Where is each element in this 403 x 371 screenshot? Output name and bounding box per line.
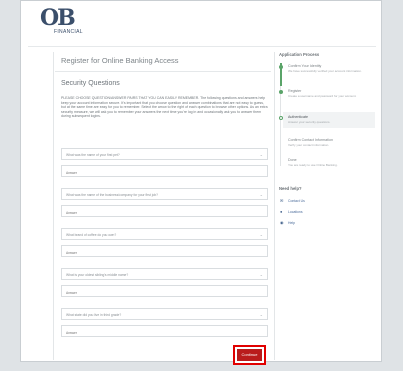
step-done: Done You are ready to use Online Banking… xyxy=(288,158,366,168)
question-text: What was the name of the business/compan… xyxy=(66,193,158,197)
step-title: Confirm Contact Information xyxy=(288,138,333,142)
step-register: Register Create a username and password … xyxy=(288,89,366,99)
answer-input-5[interactable] xyxy=(61,325,268,337)
step-confirm-identity: Confirm Your Identity We have successful… xyxy=(288,64,366,74)
step-desc: We have successfully verified your accou… xyxy=(288,69,362,73)
logo-mark: OB xyxy=(40,5,76,31)
page-title: Register for Online Banking Access xyxy=(61,56,179,65)
logo-subtitle: FINANCIAL xyxy=(54,29,83,35)
step-title: Done xyxy=(288,158,297,162)
question-text: What state did you live in third grade? xyxy=(66,313,122,317)
step-desc: You are ready to use Online Banking. xyxy=(288,163,338,167)
step-authenticate: Authenticate Answer your security questi… xyxy=(288,115,366,125)
continue-highlight: Continue xyxy=(233,345,266,365)
answer-input-1[interactable] xyxy=(61,165,268,177)
help-link-contact[interactable]: Contact Us xyxy=(288,199,305,203)
security-question-select-1[interactable]: What was the name of your first pet? ⌄ xyxy=(61,148,268,160)
step-title: Register xyxy=(288,89,302,93)
instructions-text: PLEASE CHOOSE QUESTION/ANSWER PAIRS THAT… xyxy=(61,96,268,119)
chevron-down-icon: ⌄ xyxy=(259,152,263,157)
step-title: Authenticate xyxy=(288,115,308,119)
section-heading: Security Questions xyxy=(61,80,120,87)
chevron-down-icon: ⌄ xyxy=(259,312,263,317)
chevron-down-icon: ⌄ xyxy=(259,232,263,237)
question-text: What is your oldest sibling's middle nam… xyxy=(66,273,129,277)
step-desc: Create a username and password for your … xyxy=(288,94,357,98)
help-link-locations[interactable]: Locations xyxy=(288,210,303,214)
answer-input-3[interactable] xyxy=(61,245,268,257)
question-text: What was the name of your first pet? xyxy=(66,153,120,157)
chevron-down-icon: ⌄ xyxy=(259,272,263,277)
step-desc: Verify your contact information. xyxy=(288,143,330,147)
question-text: What brand of coffee do you own? xyxy=(66,233,117,237)
step-title: Confirm Your Identity xyxy=(288,64,322,68)
mail-icon: ✉ xyxy=(280,198,284,203)
header-divider xyxy=(28,46,376,47)
sidebar-title: Application Process xyxy=(279,52,320,57)
progress-line-pending xyxy=(280,86,281,166)
security-question-select-2[interactable]: What was the name of the business/compan… xyxy=(61,188,268,200)
help-title: Need help? xyxy=(279,186,302,191)
chevron-down-icon: ⌄ xyxy=(259,192,263,197)
location-pin-icon: ● xyxy=(280,209,283,214)
step-complete-icon xyxy=(279,90,283,94)
step-desc: Answer your security questions. xyxy=(288,120,331,124)
help-icon: ◉ xyxy=(280,220,284,225)
continue-button[interactable]: Continue xyxy=(237,349,262,361)
step-current-icon xyxy=(279,116,283,120)
logo: OB FINANCIAL xyxy=(40,7,83,35)
answer-input-4[interactable] xyxy=(61,285,268,297)
help-link-help[interactable]: Help xyxy=(288,221,295,225)
title-divider xyxy=(55,71,271,72)
step-complete-icon xyxy=(279,65,283,69)
security-question-select-3[interactable]: What brand of coffee do you own? ⌄ xyxy=(61,228,268,240)
security-question-select-5[interactable]: What state did you live in third grade? … xyxy=(61,308,268,320)
security-question-select-4[interactable]: What is your oldest sibling's middle nam… xyxy=(61,268,268,280)
step-confirm-contact: Confirm Contact Information Verify your … xyxy=(288,138,366,148)
answer-input-2[interactable] xyxy=(61,205,268,217)
